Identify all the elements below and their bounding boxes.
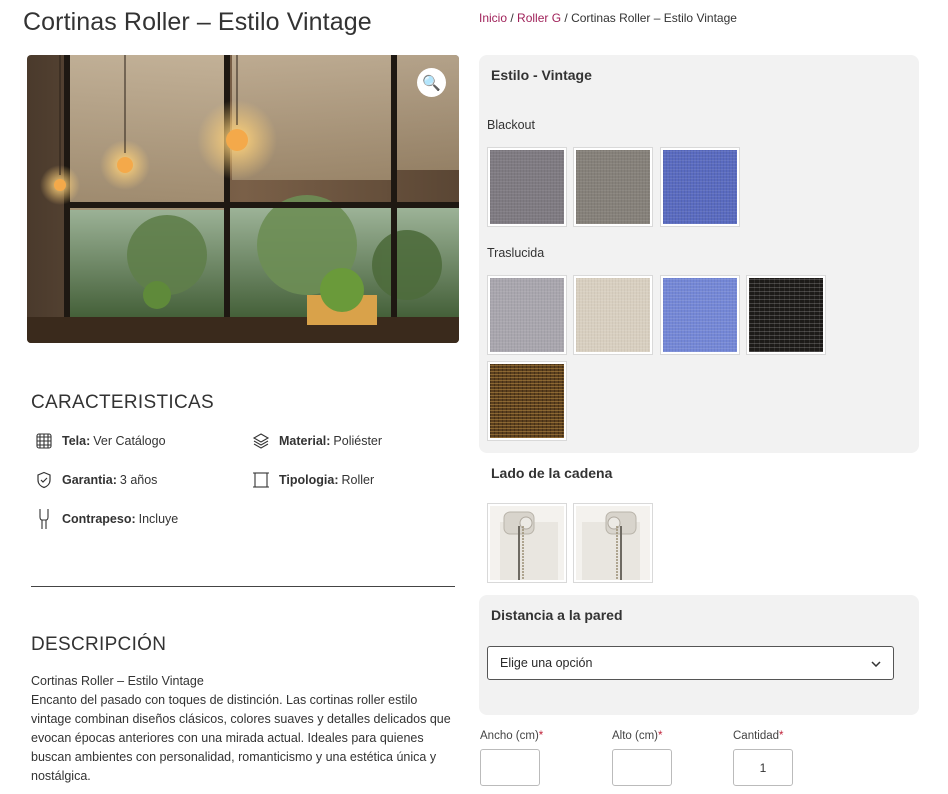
blackout-label: Blackout: [487, 118, 535, 132]
feature-warranty: Garantia: 3 años: [35, 471, 157, 489]
quantity-input[interactable]: 1: [733, 749, 793, 786]
feature-material: Material: Poliéster: [252, 432, 382, 450]
width-input[interactable]: [480, 749, 540, 786]
breadcrumb-current: Cortinas Roller – Estilo Vintage: [571, 11, 737, 25]
description-body: Encanto del pasado con toques de distinc…: [31, 693, 451, 783]
feature-typology: Tipologia: Roller: [252, 471, 374, 489]
description-line: Cortinas Roller – Estilo Vintage: [31, 674, 204, 688]
feature-counterweight: Contrapeso: Incluye: [35, 508, 178, 530]
traslucida-label: Traslucida: [487, 246, 545, 260]
swatch-blackout-gris[interactable]: [487, 147, 567, 227]
section-divider: [31, 586, 455, 587]
features-heading: CARACTERISTICAS: [31, 392, 214, 413]
feature-label: Garantia:: [62, 473, 117, 487]
chevron-down-icon: [871, 656, 881, 670]
magnifier-icon: 🔍: [422, 74, 441, 92]
frame-icon: [252, 471, 270, 489]
zoom-button[interactable]: 🔍: [417, 68, 446, 97]
select-value: Elige una opción: [500, 656, 593, 670]
feature-value: 3 años: [119, 473, 158, 487]
swatch-fabric: [490, 364, 564, 438]
feature-value: Roller: [341, 473, 375, 487]
feature-label: Material:: [279, 434, 331, 448]
fabric-icon: [35, 432, 53, 450]
swatch-fabric: [663, 150, 737, 224]
product-image[interactable]: [27, 55, 459, 343]
description-text: Cortinas Roller – Estilo Vintage Encanto…: [31, 672, 456, 786]
style-title: Estilo - Vintage: [491, 67, 592, 83]
swatch-blackout-azul[interactable]: [660, 147, 740, 227]
swatch-traslucida-beige[interactable]: [573, 275, 653, 355]
feature-label: Tipologia:: [279, 473, 339, 487]
width-label: Ancho (cm)*: [480, 730, 544, 742]
feature-label: Contrapeso:: [62, 512, 136, 526]
layers-icon: [252, 432, 270, 450]
feature-fabric: Tela: Ver Catálogo: [35, 432, 166, 450]
swatch-blackout-marron[interactable]: [573, 147, 653, 227]
breadcrumb-category-link[interactable]: Roller G: [517, 11, 561, 25]
distance-select[interactable]: Elige una opción: [487, 646, 894, 680]
height-label: Alto (cm)*: [612, 730, 663, 742]
chain-option-left[interactable]: [487, 503, 567, 583]
swatch-fabric: [490, 278, 564, 352]
breadcrumb-separator: /: [507, 11, 518, 25]
distance-title: Distancia a la pared: [491, 607, 623, 623]
swatch-fabric: [576, 278, 650, 352]
breadcrumb-home-link[interactable]: Inicio: [479, 11, 507, 25]
feature-label: Tela:: [62, 434, 91, 448]
description-heading: DESCRIPCIÓN: [31, 634, 167, 655]
swatch-fabric: [576, 150, 650, 224]
feature-value: Incluye: [138, 512, 179, 526]
breadcrumb-separator: /: [561, 11, 572, 25]
swatch-traslucida-azul[interactable]: [660, 275, 740, 355]
swatch-traslucida-negro[interactable]: [746, 275, 826, 355]
chain-option-right[interactable]: [573, 503, 653, 583]
swatch-fabric: [749, 278, 823, 352]
swatch-traslucida-gris[interactable]: [487, 275, 567, 355]
counterweight-icon: [35, 508, 53, 530]
page-title: Cortinas Roller – Estilo Vintage: [23, 8, 372, 36]
breadcrumb: Inicio / Roller G / Cortinas Roller – Es…: [479, 11, 737, 25]
feature-value: Poliéster: [333, 434, 383, 448]
shield-check-icon: [35, 471, 53, 489]
swatch-fabric: [490, 150, 564, 224]
chain-side-title: Lado de la cadena: [491, 465, 613, 481]
swatch-fabric: [663, 278, 737, 352]
height-input[interactable]: [612, 749, 672, 786]
quantity-label: Cantidad*: [733, 730, 784, 742]
feature-value: Ver Catálogo: [93, 434, 166, 448]
swatch-traslucida-marron[interactable]: [487, 361, 567, 441]
